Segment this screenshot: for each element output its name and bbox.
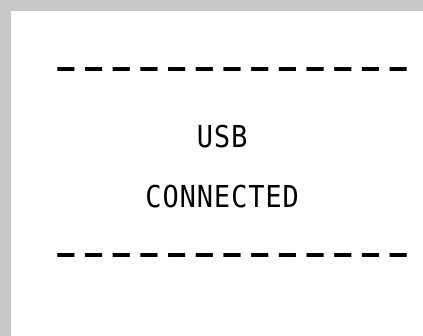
separator-bottom-dashes <box>57 253 407 257</box>
dash-segment <box>223 253 241 257</box>
dash-segment <box>306 67 324 71</box>
dash-segment <box>57 67 75 71</box>
dash-segment <box>112 67 130 71</box>
dash-segment <box>168 67 186 71</box>
dash-segment <box>84 253 103 257</box>
dash-segment <box>361 67 380 71</box>
dash-segment <box>112 253 130 257</box>
dash-segment <box>306 253 324 257</box>
dash-segment <box>334 67 352 71</box>
dash-segment <box>195 67 213 71</box>
dash-segment <box>140 253 158 257</box>
dash-segment <box>389 253 407 257</box>
dash-segment <box>168 253 186 257</box>
dash-segment <box>278 67 296 71</box>
dash-segment <box>361 253 380 257</box>
separator-top-dashes <box>57 67 407 71</box>
dash-segment <box>251 67 269 71</box>
dash-segment <box>84 67 103 71</box>
lcd-screen: ------------- USB CONNECTED ------------… <box>0 0 423 336</box>
separator-bottom: ------------- <box>52 253 412 257</box>
dash-segment <box>223 67 241 71</box>
dash-segment <box>278 253 296 257</box>
status-line-usb: USB <box>196 120 249 155</box>
status-line-connected: CONNECTED <box>145 180 300 215</box>
separator-top: ------------- <box>52 67 412 71</box>
dash-segment <box>389 67 407 71</box>
dash-segment <box>251 253 269 257</box>
dash-segment <box>195 253 213 257</box>
dash-segment <box>140 67 158 71</box>
dash-segment <box>57 253 75 257</box>
dash-segment <box>334 253 352 257</box>
